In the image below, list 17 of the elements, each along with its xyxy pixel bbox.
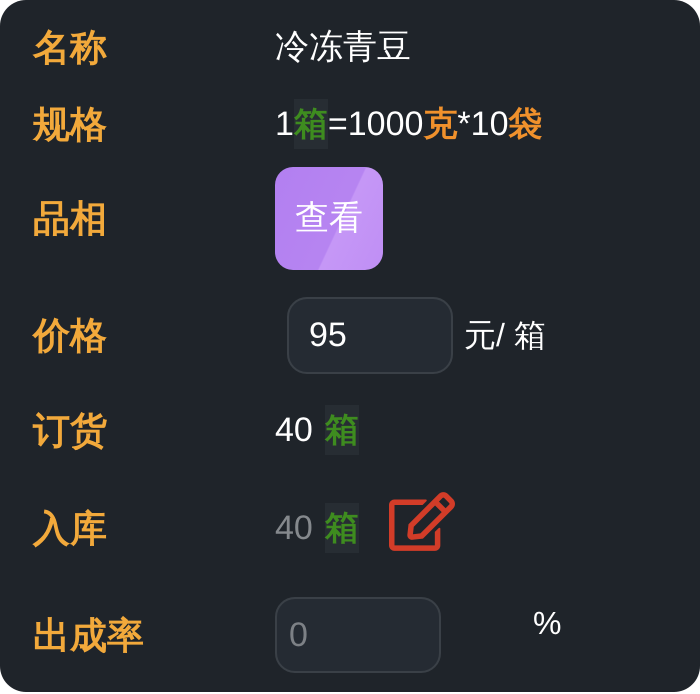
unit-label: 箱 xyxy=(324,503,359,553)
quantity-text: 40 xyxy=(275,413,313,447)
rate-input[interactable]: 0 xyxy=(275,597,441,673)
field-label: 规格 xyxy=(33,106,108,142)
field-label: 价格 xyxy=(33,316,108,354)
percent-sign: % xyxy=(533,607,562,639)
price-unit: 元/ 箱 xyxy=(464,319,546,351)
price-input[interactable]: 95 xyxy=(287,296,453,374)
product-name: 冷冻青豆 xyxy=(275,30,411,64)
unit-label: 箱 xyxy=(324,405,359,455)
spec-text: 1箱=1000克*10袋 xyxy=(275,99,542,149)
field-label: 入库 xyxy=(33,510,108,546)
field-label: 出成率 xyxy=(33,616,145,654)
field-label: 品相 xyxy=(33,200,108,236)
quantity-text: 40 xyxy=(275,511,313,545)
field-label: 订货 xyxy=(33,412,108,448)
field-label: 名称 xyxy=(33,28,108,66)
